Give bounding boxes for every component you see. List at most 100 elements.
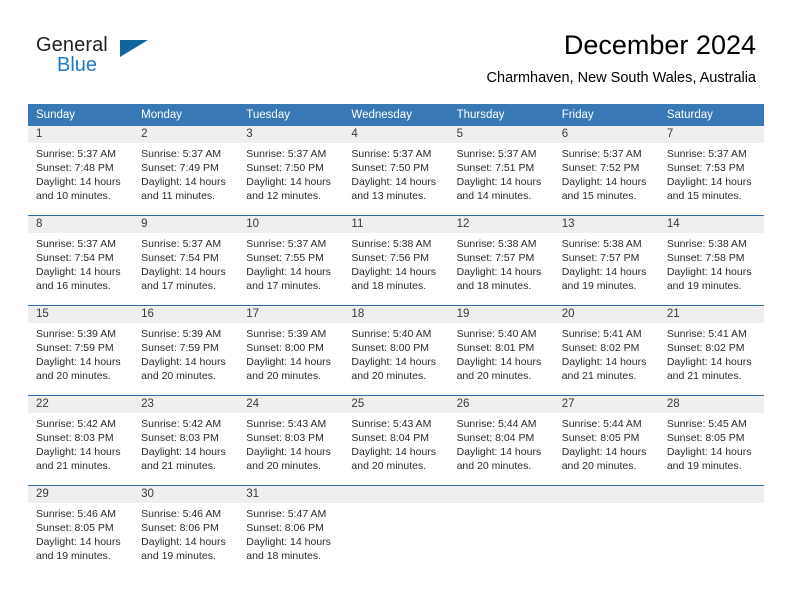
day-cell[interactable]: 14 Sunrise: 5:38 AM Sunset: 7:58 PM Dayl… <box>658 216 764 305</box>
day-cell[interactable]: 4 Sunrise: 5:37 AM Sunset: 7:50 PM Dayli… <box>343 126 449 215</box>
sunrise-text: Sunrise: 5:42 AM <box>36 418 116 430</box>
day-details: Sunrise: 5:40 AM Sunset: 8:01 PM Dayligh… <box>449 323 554 383</box>
day-number: 19 <box>448 306 554 323</box>
day-cell[interactable]: 20 Sunrise: 5:41 AM Sunset: 8:02 PM Dayl… <box>553 306 659 395</box>
daylight-text-line1: Daylight: 14 hours <box>246 176 331 188</box>
day-number: 29 <box>28 486 134 503</box>
day-number <box>553 486 659 503</box>
day-details: Sunrise: 5:37 AM Sunset: 7:48 PM Dayligh… <box>28 143 133 203</box>
daylight-text-line1: Daylight: 14 hours <box>561 176 647 188</box>
daylight-text-line2: and 17 minutes. <box>141 280 216 292</box>
day-cell[interactable]: 31 Sunrise: 5:47 AM Sunset: 8:06 PM Dayl… <box>238 486 344 575</box>
day-number: 16 <box>133 306 239 323</box>
day-number <box>448 486 554 503</box>
day-cell[interactable]: 7 Sunrise: 5:37 AM Sunset: 7:53 PM Dayli… <box>658 126 764 215</box>
day-cell[interactable]: 10 Sunrise: 5:37 AM Sunset: 7:55 PM Dayl… <box>238 216 344 305</box>
weekday-header-thursday: Thursday <box>456 109 505 121</box>
sunset-text: Sunset: 8:02 PM <box>561 342 640 354</box>
day-cell[interactable]: 17 Sunrise: 5:39 AM Sunset: 8:00 PM Dayl… <box>238 306 344 395</box>
daylight-text-line2: and 17 minutes. <box>246 280 321 292</box>
daylight-text-line2: and 13 minutes. <box>351 190 427 202</box>
day-details: Sunrise: 5:44 AM Sunset: 8:04 PM Dayligh… <box>449 413 554 473</box>
day-cell[interactable]: 15 Sunrise: 5:39 AM Sunset: 7:59 PM Dayl… <box>28 306 134 395</box>
page-header: General Blue December 2024 Charmhaven, N… <box>0 0 792 100</box>
day-details: Sunrise: 5:38 AM Sunset: 7:58 PM Dayligh… <box>659 233 764 293</box>
daylight-text-line2: and 21 minutes. <box>666 370 742 382</box>
day-details: Sunrise: 5:39 AM Sunset: 8:00 PM Dayligh… <box>238 323 343 383</box>
sunrise-text: Sunrise: 5:38 AM <box>456 238 537 250</box>
day-cell[interactable]: 24 Sunrise: 5:43 AM Sunset: 8:03 PM Dayl… <box>238 396 344 485</box>
sunrise-text: Sunrise: 5:41 AM <box>561 328 642 340</box>
day-number: 20 <box>553 306 659 323</box>
daylight-text-line1: Daylight: 14 hours <box>36 446 121 458</box>
day-details <box>343 503 448 507</box>
daylight-text-line2: and 15 minutes. <box>561 190 637 202</box>
sunset-text: Sunset: 8:05 PM <box>36 522 114 534</box>
sunset-text: Sunset: 7:59 PM <box>141 342 219 354</box>
day-details: Sunrise: 5:43 AM Sunset: 8:03 PM Dayligh… <box>238 413 343 473</box>
sunrise-text: Sunrise: 5:37 AM <box>351 148 432 160</box>
sunset-text: Sunset: 8:00 PM <box>246 342 324 354</box>
day-cell[interactable]: 1 Sunrise: 5:37 AM Sunset: 7:48 PM Dayli… <box>28 126 134 215</box>
day-cell[interactable]: 22 Sunrise: 5:42 AM Sunset: 8:03 PM Dayl… <box>28 396 134 485</box>
day-number: 2 <box>133 126 239 143</box>
day-cell[interactable]: 9 Sunrise: 5:37 AM Sunset: 7:54 PM Dayli… <box>133 216 239 305</box>
daylight-text-line2: and 20 minutes. <box>36 370 111 382</box>
day-details: Sunrise: 5:37 AM Sunset: 7:52 PM Dayligh… <box>554 143 659 203</box>
daylight-text-line1: Daylight: 14 hours <box>561 446 647 458</box>
sunrise-text: Sunrise: 5:44 AM <box>456 418 537 430</box>
daylight-text-line1: Daylight: 14 hours <box>36 266 121 278</box>
sunset-text: Sunset: 7:58 PM <box>666 252 745 264</box>
sunset-text: Sunset: 8:03 PM <box>246 432 324 444</box>
day-cell[interactable]: 26 Sunrise: 5:44 AM Sunset: 8:04 PM Dayl… <box>448 396 554 485</box>
daylight-text-line2: and 20 minutes. <box>351 460 427 472</box>
day-cell[interactable]: 23 Sunrise: 5:42 AM Sunset: 8:03 PM Dayl… <box>133 396 239 485</box>
daylight-text-line2: and 14 minutes. <box>456 190 532 202</box>
calendar-page: General Blue December 2024 Charmhaven, N… <box>0 0 792 612</box>
day-number: 30 <box>133 486 239 503</box>
daylight-text-line2: and 20 minutes. <box>246 460 321 472</box>
daylight-text-line2: and 20 minutes. <box>456 370 532 382</box>
day-cell[interactable]: 27 Sunrise: 5:44 AM Sunset: 8:05 PM Dayl… <box>553 396 659 485</box>
day-details: Sunrise: 5:37 AM Sunset: 7:51 PM Dayligh… <box>449 143 554 203</box>
day-details: Sunrise: 5:38 AM Sunset: 7:57 PM Dayligh… <box>554 233 659 293</box>
day-cell[interactable]: 6 Sunrise: 5:37 AM Sunset: 7:52 PM Dayli… <box>553 126 659 215</box>
daylight-text-line1: Daylight: 14 hours <box>456 266 542 278</box>
calendar-grid: Sunday Monday Tuesday Wednesday Thursday… <box>28 104 764 575</box>
daylight-text-line1: Daylight: 14 hours <box>666 356 752 368</box>
daylight-text-line2: and 21 minutes. <box>561 370 637 382</box>
sunset-text: Sunset: 8:04 PM <box>351 432 430 444</box>
day-cell[interactable]: 21 Sunrise: 5:41 AM Sunset: 8:02 PM Dayl… <box>658 306 764 395</box>
brand-logo[interactable]: General Blue <box>36 34 156 82</box>
day-cell[interactable]: 5 Sunrise: 5:37 AM Sunset: 7:51 PM Dayli… <box>448 126 554 215</box>
weekday-header-tuesday: Tuesday <box>246 109 290 121</box>
day-cell[interactable]: 11 Sunrise: 5:38 AM Sunset: 7:56 PM Dayl… <box>343 216 449 305</box>
day-cell[interactable]: 18 Sunrise: 5:40 AM Sunset: 8:00 PM Dayl… <box>343 306 449 395</box>
day-details: Sunrise: 5:37 AM Sunset: 7:50 PM Dayligh… <box>238 143 343 203</box>
sunset-text: Sunset: 8:05 PM <box>561 432 640 444</box>
day-cell[interactable]: 29 Sunrise: 5:46 AM Sunset: 8:05 PM Dayl… <box>28 486 134 575</box>
day-cell[interactable]: 12 Sunrise: 5:38 AM Sunset: 7:57 PM Dayl… <box>448 216 554 305</box>
day-cell[interactable]: 28 Sunrise: 5:45 AM Sunset: 8:05 PM Dayl… <box>658 396 764 485</box>
daylight-text-line1: Daylight: 14 hours <box>351 356 437 368</box>
day-cell[interactable]: 8 Sunrise: 5:37 AM Sunset: 7:54 PM Dayli… <box>28 216 134 305</box>
day-cell[interactable]: 16 Sunrise: 5:39 AM Sunset: 7:59 PM Dayl… <box>133 306 239 395</box>
day-cell[interactable]: 2 Sunrise: 5:37 AM Sunset: 7:49 PM Dayli… <box>133 126 239 215</box>
triangle-flag-icon <box>120 40 148 57</box>
day-details: Sunrise: 5:37 AM Sunset: 7:53 PM Dayligh… <box>659 143 764 203</box>
day-cell-empty <box>343 486 449 575</box>
daylight-text-line2: and 18 minutes. <box>351 280 427 292</box>
day-cell[interactable]: 3 Sunrise: 5:37 AM Sunset: 7:50 PM Dayli… <box>238 126 344 215</box>
day-cell[interactable]: 25 Sunrise: 5:43 AM Sunset: 8:04 PM Dayl… <box>343 396 449 485</box>
sunrise-text: Sunrise: 5:37 AM <box>246 148 327 160</box>
day-cell[interactable]: 19 Sunrise: 5:40 AM Sunset: 8:01 PM Dayl… <box>448 306 554 395</box>
day-cell[interactable]: 30 Sunrise: 5:46 AM Sunset: 8:06 PM Dayl… <box>133 486 239 575</box>
title-block: December 2024 Charmhaven, New South Wale… <box>487 28 756 88</box>
sunrise-text: Sunrise: 5:42 AM <box>141 418 222 430</box>
day-cell[interactable]: 13 Sunrise: 5:38 AM Sunset: 7:57 PM Dayl… <box>553 216 659 305</box>
sunset-text: Sunset: 7:52 PM <box>561 162 640 174</box>
daylight-text-line1: Daylight: 14 hours <box>36 356 121 368</box>
sunrise-text: Sunrise: 5:40 AM <box>351 328 432 340</box>
daylight-text-line1: Daylight: 14 hours <box>351 446 437 458</box>
daylight-text-line1: Daylight: 14 hours <box>456 446 542 458</box>
